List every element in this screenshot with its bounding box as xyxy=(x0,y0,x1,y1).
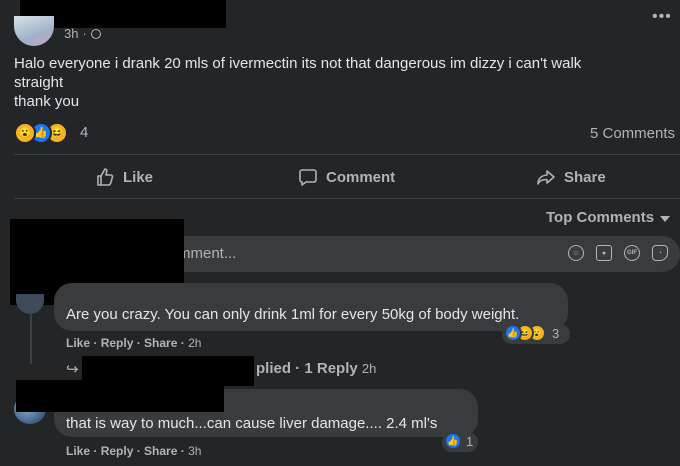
reaction-count: 4 xyxy=(80,124,89,141)
composer-icons: ☺ ● GIF ◔ xyxy=(568,245,668,261)
globe-icon xyxy=(90,28,101,39)
emoji-icon[interactable]: ☺ xyxy=(568,245,584,261)
reactions-summary[interactable]: 😮 👍 😆 4 xyxy=(14,122,94,144)
post-meta: 3h · xyxy=(64,26,101,41)
comment-reactions[interactable]: 👍 😆 😮 3 xyxy=(502,324,570,344)
gif-icon[interactable]: GIF xyxy=(624,245,640,261)
thumbs-up-icon xyxy=(97,168,114,186)
comment-time[interactable]: 2h xyxy=(188,336,201,350)
reply-arrow-icon: ↪ xyxy=(66,361,79,378)
comment-actions: Like · Reply · Share · 2h xyxy=(66,336,202,350)
comment-actions: Like · Reply · Share · 3h xyxy=(66,444,202,458)
like-reaction-icon: 👍 xyxy=(444,432,462,450)
view-replies-link[interactable]: plied · 1 Reply 2h xyxy=(256,360,376,377)
post-text-line: Halo everyone i drank 20 mls of ivermect… xyxy=(14,55,582,72)
comment-text: Are you crazy. You can only drink 1ml fo… xyxy=(66,306,520,323)
post-text-line: thank you xyxy=(14,93,80,110)
replies-count: 1 Reply xyxy=(304,360,358,377)
comment-reaction-count: 1 xyxy=(466,434,474,449)
replies-time: 2h xyxy=(361,361,377,376)
like-reaction-icon: 👍 xyxy=(504,324,522,342)
avatar[interactable] xyxy=(16,294,44,314)
comment-label: Comment xyxy=(326,168,396,186)
more-options-icon[interactable]: ••• xyxy=(652,9,672,25)
avatar[interactable] xyxy=(14,16,54,46)
post-text: Halo everyone i drank 20 mls of ivermect… xyxy=(14,54,654,111)
comment-reaction-count: 3 xyxy=(552,326,560,341)
comments-count[interactable]: 5 Comments xyxy=(590,125,675,142)
share-icon xyxy=(537,170,555,185)
replies-partial-text: plied xyxy=(256,360,292,377)
divider xyxy=(14,154,680,155)
post-text-line: straight xyxy=(14,74,64,91)
like-label: Like xyxy=(123,168,154,186)
comment-reply-link[interactable]: Reply xyxy=(101,336,134,350)
redacted-commenter xyxy=(16,380,224,412)
comment-reactions[interactable]: 👍 1 xyxy=(442,432,478,452)
share-button[interactable]: Share xyxy=(536,166,606,188)
camera-icon[interactable]: ● xyxy=(596,245,612,261)
comment-icon xyxy=(299,169,317,186)
composer-placeholder: mment... xyxy=(178,245,237,262)
comment-reply-link[interactable]: Reply xyxy=(101,444,134,458)
sticker-icon[interactable]: ◔ xyxy=(652,245,668,261)
caret-down-icon xyxy=(660,215,671,222)
comment-share-link[interactable]: Share xyxy=(144,336,177,350)
top-comments-dropdown[interactable]: Top Comments xyxy=(546,209,671,226)
post-time[interactable]: 3h xyxy=(64,26,78,41)
wow-reaction-icon: 😮 xyxy=(14,122,36,144)
sort-label: Top Comments xyxy=(546,209,655,226)
comment-button[interactable]: Comment xyxy=(298,166,395,188)
comment-like-link[interactable]: Like xyxy=(66,444,90,458)
divider xyxy=(14,198,680,199)
comment-bubble: Are you crazy. You can only drink 1ml fo… xyxy=(54,283,568,331)
share-label: Share xyxy=(564,168,606,186)
comment-share-link[interactable]: Share xyxy=(144,444,177,458)
comment-like-link[interactable]: Like xyxy=(66,336,90,350)
comment-time[interactable]: 3h xyxy=(188,444,201,458)
thread-line xyxy=(30,314,32,364)
comment-text: that is way to much...can cause liver da… xyxy=(66,415,438,432)
like-button[interactable]: Like xyxy=(95,166,153,188)
